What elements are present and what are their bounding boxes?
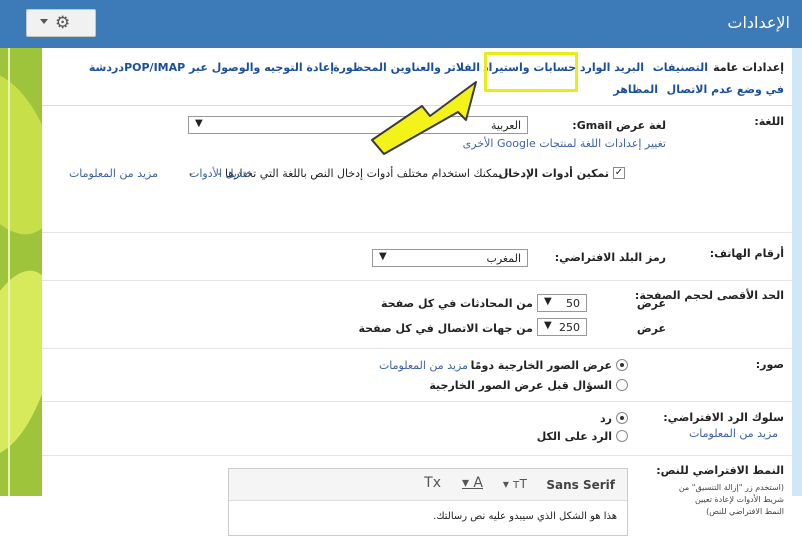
style-preview-text: هذا هو الشكل الذي سيبدو عليه نص رسالتك. — [433, 511, 617, 522]
annotation-arrow-icon — [371, 81, 477, 155]
